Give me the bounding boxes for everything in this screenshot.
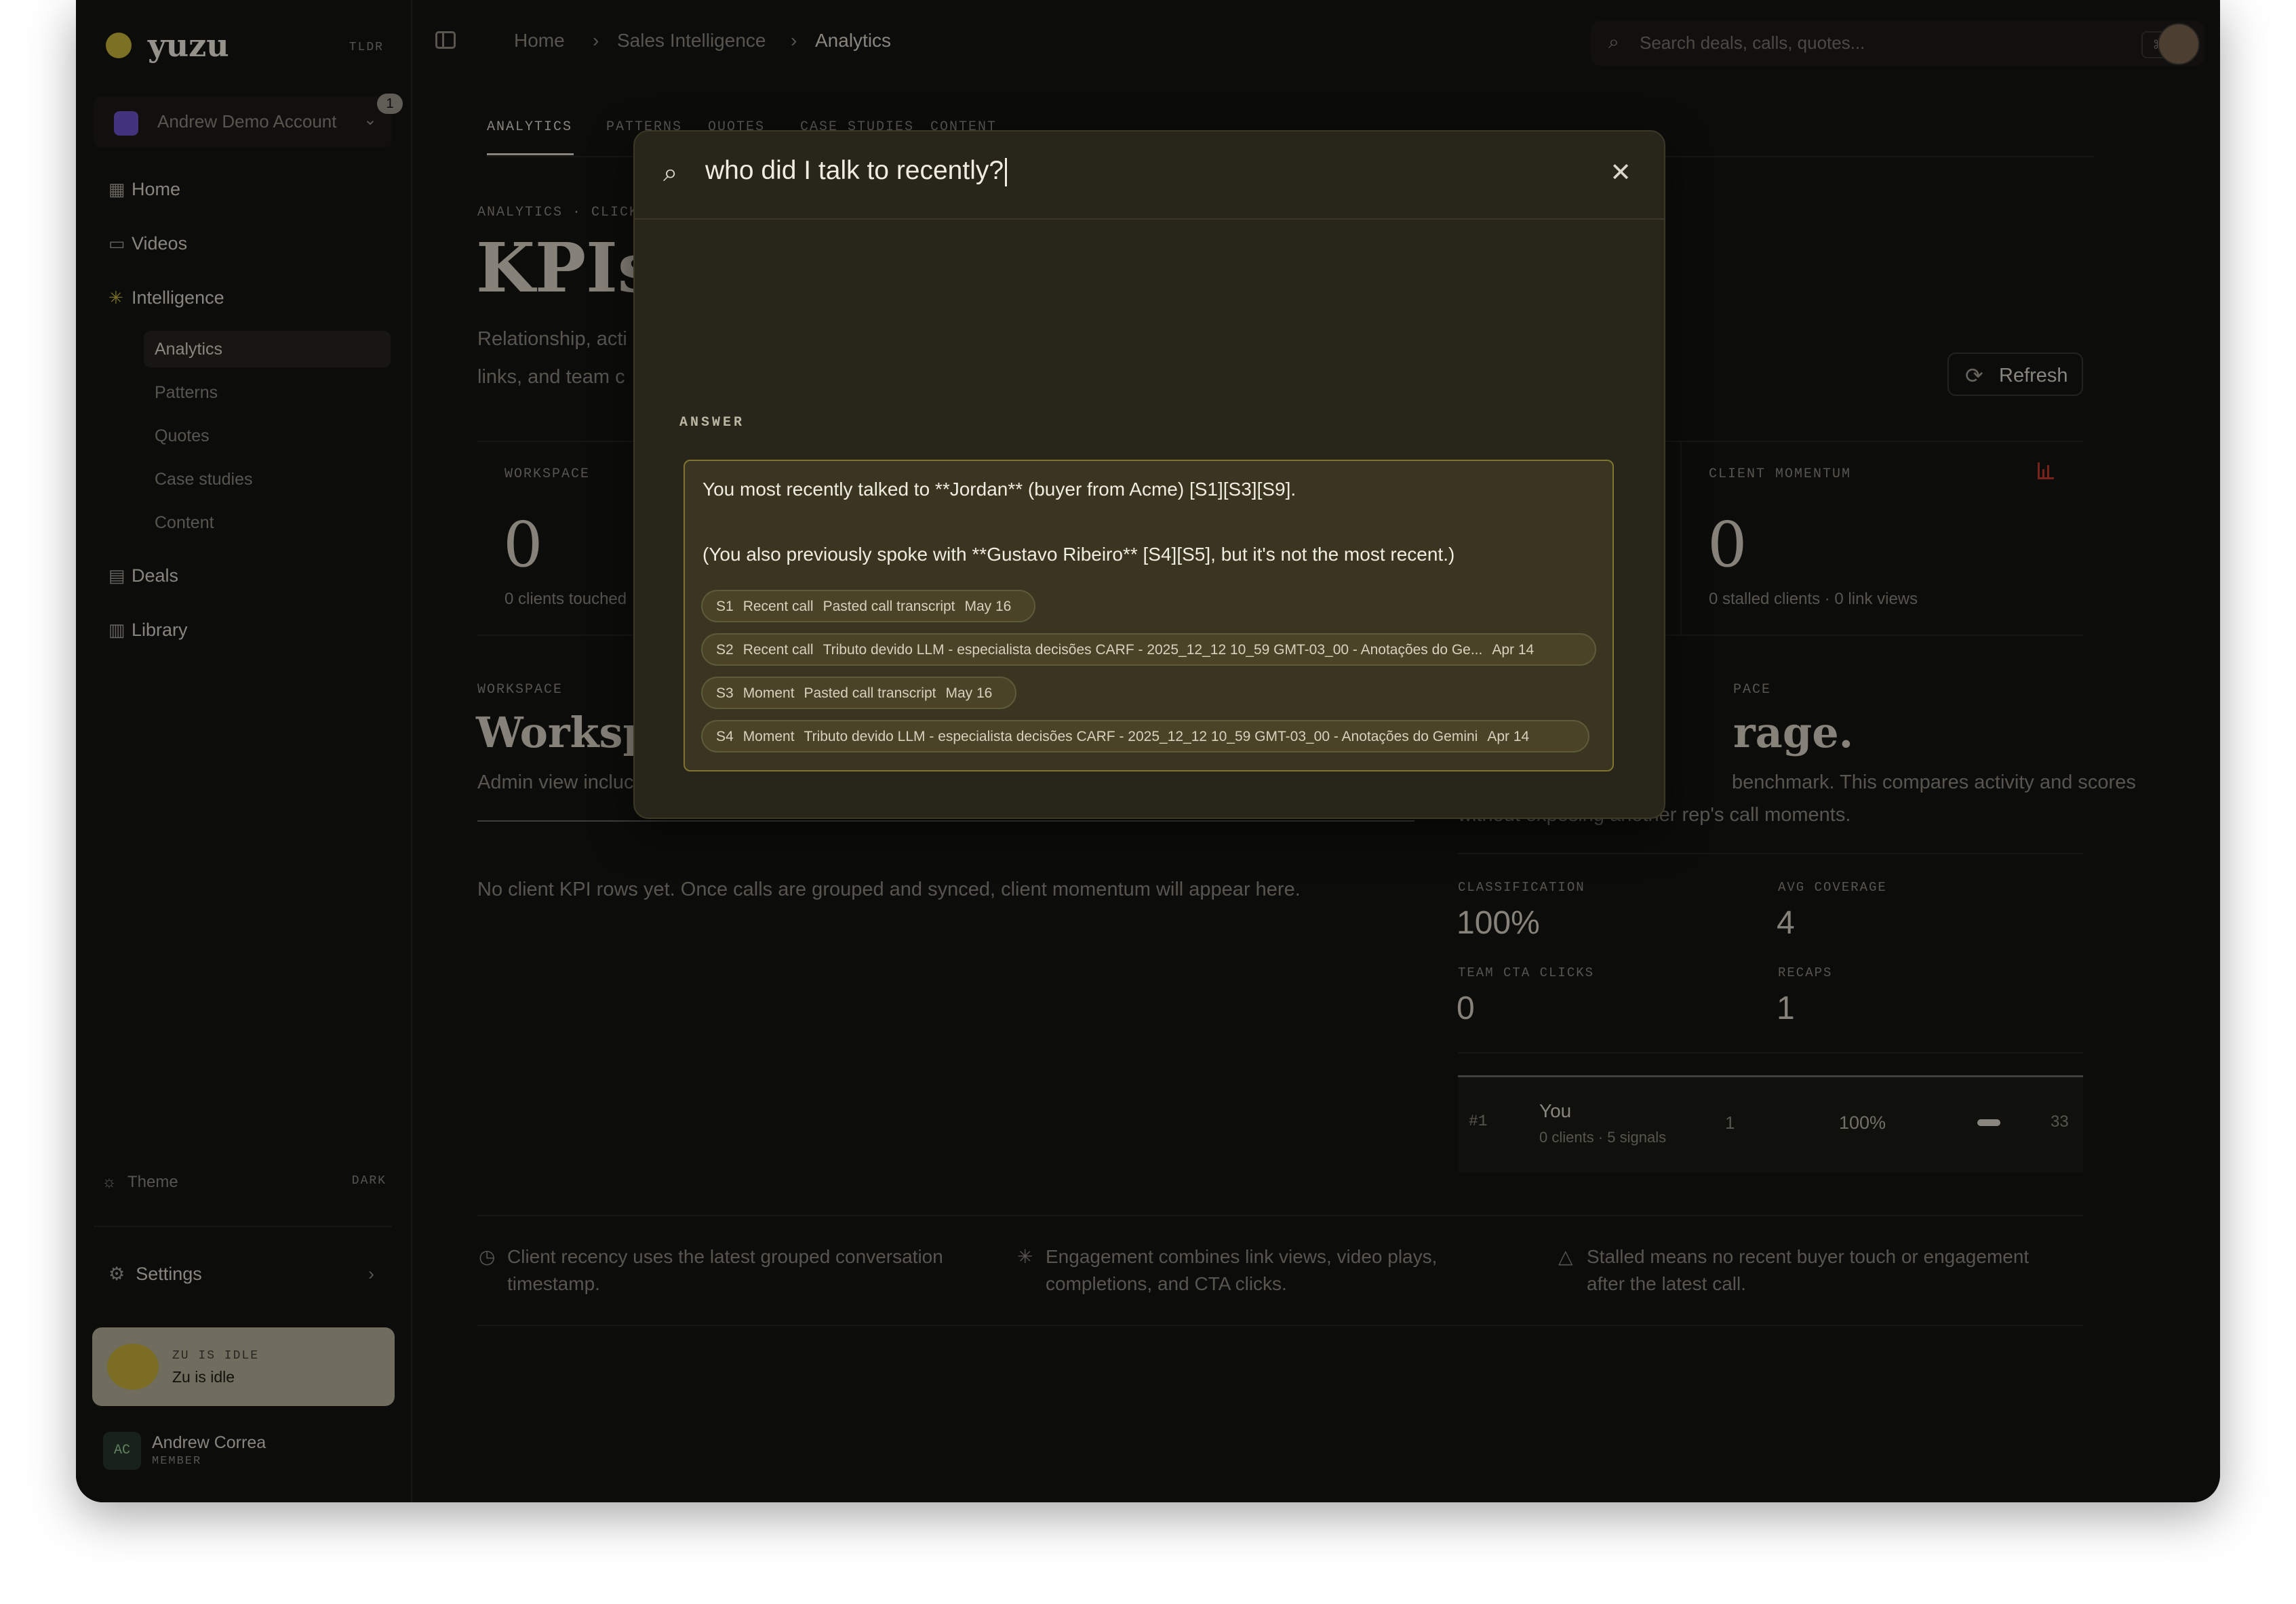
citation-date: Apr 14 [1487, 729, 1530, 744]
close-icon[interactable]: ✕ [1610, 157, 1631, 188]
citation-title: Pasted call transcript [823, 599, 955, 614]
ask-modal: ⌕ who did I talk to recently? ✕ ANSWER Y… [633, 130, 1665, 819]
citation-id: S1 [716, 599, 734, 614]
citation-kind: Moment [743, 685, 795, 701]
citation-chip[interactable]: S2 Recent call Tributo devido LLM - especi… [701, 633, 1596, 666]
search-icon: ⌕ [663, 159, 678, 187]
modal-divider [635, 218, 1664, 220]
citation-chip[interactable]: S3 Moment Pasted call transcript May 16 [701, 677, 1017, 709]
citation-chip[interactable]: S4 Moment Tributo devido LLM - especialist… [701, 720, 1589, 753]
answer-text-line2: (You also previously spoke with **Gustav… [702, 544, 1455, 565]
citation-kind: Recent call [743, 642, 814, 658]
text-caret [1005, 157, 1008, 186]
citation-id: S3 [716, 685, 734, 701]
citation-kind: Recent call [743, 599, 814, 614]
citation-kind: Moment [743, 729, 795, 744]
query-input[interactable]: who did I talk to recently? [705, 156, 1008, 186]
citation-id: S4 [716, 729, 734, 744]
citation-title: Pasted call transcript [804, 685, 936, 701]
query-text: who did I talk to recently? [705, 156, 1004, 185]
answer-label: ANSWER [679, 415, 745, 430]
answer-text-line1: You most recently talked to **Jordan** (… [702, 479, 1297, 500]
citation-chip[interactable]: S1 Recent call Pasted call transcript May 1… [701, 590, 1036, 622]
app-window: yuzu TLDR Andrew Demo Account ⌄ 1 ▦ Home … [76, 0, 2220, 1502]
citation-title: Tributo devido LLM - especialista decisõ… [804, 729, 1478, 744]
citation-date: May 16 [964, 599, 1012, 614]
citation-id: S2 [716, 642, 734, 658]
citation-date: Apr 14 [1492, 642, 1535, 658]
citation-title: Tributo devido LLM - especialista decisõ… [823, 642, 1483, 658]
answer-box: You most recently talked to **Jordan** (… [684, 460, 1614, 771]
citation-date: May 16 [945, 685, 993, 701]
